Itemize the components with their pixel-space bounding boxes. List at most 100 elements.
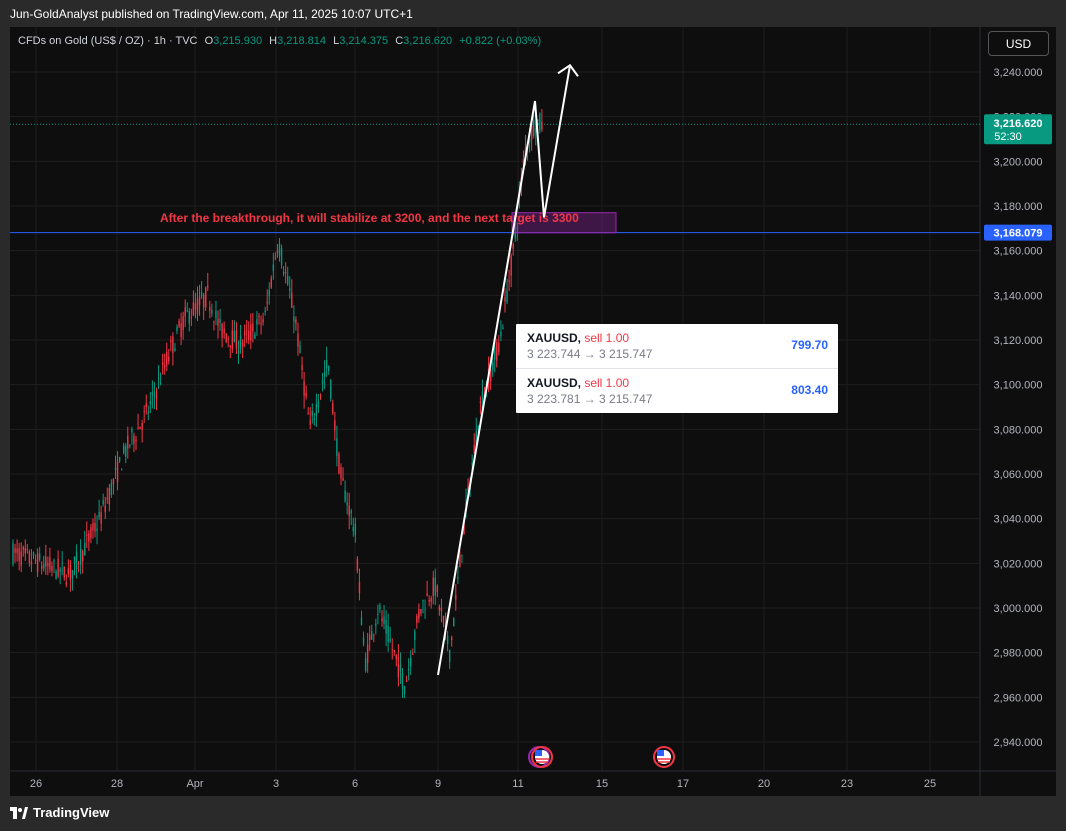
candle-body — [313, 418, 316, 420]
trade-side: sell 1.00 — [584, 331, 630, 345]
candle-body — [451, 637, 453, 641]
candle-body — [387, 626, 389, 643]
candle-body — [34, 560, 37, 562]
candle-body — [287, 275, 289, 285]
symbol-label[interactable]: CFDs on Gold (US$ / OZ) · 1h · TVC — [18, 35, 198, 47]
candle-body — [377, 614, 379, 616]
candle-body — [71, 570, 74, 579]
candle-body — [276, 250, 279, 253]
x-tick-label: 9 — [435, 778, 441, 790]
low-value: 3,214.375 — [339, 35, 389, 47]
candle-body — [26, 549, 29, 551]
candle-body — [180, 323, 182, 338]
candle-body — [338, 454, 340, 474]
candle-body — [57, 558, 59, 577]
candle-body — [207, 285, 209, 288]
candle-body — [53, 560, 55, 562]
trade-pnl: 799.70 — [791, 338, 828, 352]
candle-body — [428, 600, 430, 602]
candle-body — [32, 552, 35, 556]
candle-body — [305, 392, 307, 397]
candle-body — [541, 121, 543, 130]
x-tick-label: 28 — [111, 778, 123, 790]
candle-body — [393, 650, 395, 652]
candle-body — [375, 623, 377, 626]
candle-body — [243, 331, 246, 336]
x-tick-label: 15 — [596, 778, 608, 790]
candle-body — [373, 634, 375, 636]
candle-body — [164, 365, 166, 368]
candle-body — [153, 394, 156, 396]
candle-body — [225, 333, 227, 343]
candle-body — [231, 330, 234, 349]
candle-body — [270, 278, 272, 288]
candle-body — [47, 563, 49, 566]
candle-body — [397, 656, 400, 678]
candle-body — [202, 294, 205, 308]
candle-body — [127, 435, 129, 449]
candle-body — [479, 401, 482, 404]
candle-body — [16, 548, 18, 554]
candle-body — [262, 319, 264, 323]
candle-body — [494, 347, 496, 360]
candle-body — [192, 302, 195, 316]
candle-body — [67, 568, 70, 575]
candle-body — [301, 364, 303, 370]
candle-body — [344, 490, 346, 502]
candle-body — [371, 630, 373, 640]
candle-body — [389, 638, 391, 641]
candle-body — [161, 362, 164, 365]
candle-body — [198, 296, 201, 306]
candle-body — [407, 668, 410, 670]
candle-body — [137, 427, 139, 429]
candle-body — [184, 307, 186, 317]
candle-body — [63, 566, 65, 578]
candle-body — [317, 402, 320, 408]
candle-body — [414, 631, 416, 641]
candle-body — [440, 607, 443, 612]
candle-body — [342, 477, 344, 481]
candle-body — [246, 330, 248, 332]
candle-body — [125, 446, 127, 457]
candle-body — [157, 377, 160, 379]
trade-price-path: 3 223.781 → 3 215.747 — [527, 392, 653, 406]
candle-body — [84, 542, 86, 556]
candle-body — [289, 288, 291, 291]
publisher-line: Jun-GoldAnalyst published on TradingView… — [10, 7, 413, 21]
candle-body — [280, 248, 283, 265]
candle-body — [391, 648, 393, 650]
candle-body — [38, 553, 41, 560]
candle-body — [254, 334, 256, 339]
candle-body — [28, 551, 31, 563]
candle-body — [258, 315, 260, 318]
candle-body — [352, 526, 354, 532]
candle-body — [217, 318, 219, 326]
currency-button[interactable]: USD — [988, 31, 1049, 56]
high-value: 3,218.814 — [277, 35, 327, 47]
us-flag-canton — [657, 750, 664, 756]
candle-body — [90, 527, 92, 538]
candle-body — [366, 645, 369, 664]
trade-row[interactable]: XAUUSD, sell 1.00 3 223.781 → 3 215.747 … — [516, 368, 838, 413]
candle-body — [498, 342, 500, 353]
trade-side: sell 1.00 — [584, 376, 630, 390]
candle-body — [51, 565, 53, 572]
tradingview-logo[interactable]: TradingView — [10, 805, 109, 820]
chart-frame[interactable]: 2,940.000 2,960.000 2,980.000 3,000.000 3,02… — [10, 27, 1056, 796]
open-label: O — [204, 35, 214, 47]
candle-body — [438, 606, 441, 611]
candle-body — [75, 551, 78, 570]
candle-body — [131, 428, 133, 433]
candle-body — [205, 287, 207, 308]
y-tick-label: 3,080.000 — [994, 424, 1043, 436]
y-tick-label: 3,020.000 — [994, 558, 1043, 570]
candle-body — [512, 243, 514, 249]
candle-body — [92, 523, 94, 531]
trade-row[interactable]: XAUUSD, sell 1.00 3 223.744 → 3 215.747 … — [516, 324, 838, 368]
candle-body — [182, 316, 184, 331]
candle-body — [412, 653, 414, 655]
candle-body — [133, 435, 135, 445]
candle-body — [508, 280, 510, 283]
candle-body — [190, 317, 193, 319]
y-tick-label: 3,040.000 — [994, 514, 1043, 526]
